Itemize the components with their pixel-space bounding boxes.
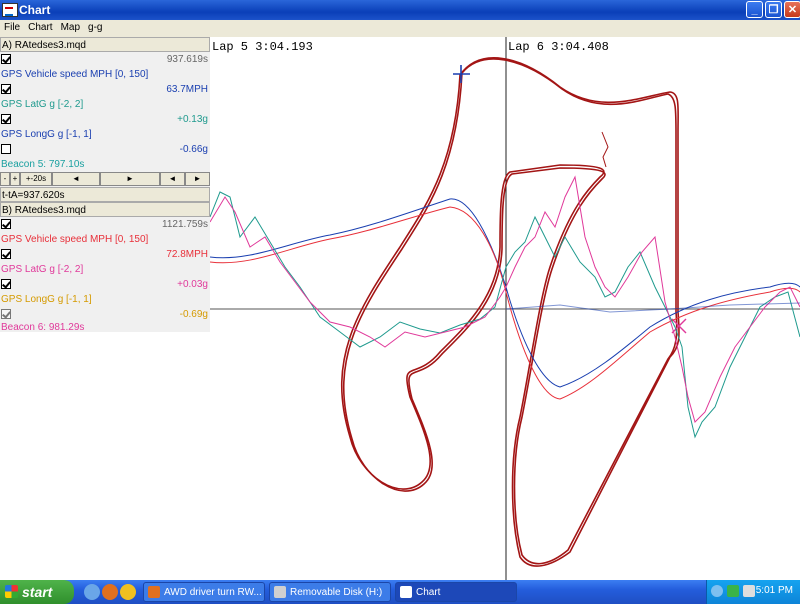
file-b-header[interactable]: B) RAtedses3.mqd (0, 202, 210, 217)
speed-b-trace (210, 206, 800, 400)
latg-a-value-row: +0.13g (0, 112, 210, 127)
title-bar: Chart _ ❐ ✕ (0, 0, 800, 20)
channel-panel: A) RAtedses3.mqd 937.619s GPS Vehicle sp… (0, 37, 210, 333)
system-tray: 5:01 PM (706, 580, 800, 604)
zoom-out-button[interactable]: - (0, 172, 10, 186)
start-label: start (22, 584, 53, 600)
maximize-button[interactable]: ❐ (765, 1, 782, 18)
window-title: Chart (19, 3, 51, 17)
menu-bar: File Chart Map g-g (0, 20, 800, 37)
step-forward-b-icon[interactable]: ► (185, 172, 210, 186)
speed-a-value-row: 63.7MPH (0, 82, 210, 97)
longg-a-value: -0.66g (179, 144, 208, 155)
longg-b-value-row: -0.69g (0, 307, 210, 322)
longg-a-label: GPS LongG g [-1, 1] (1, 129, 92, 140)
chart-task-icon (400, 586, 412, 598)
latg-a-trace (210, 191, 800, 439)
latg-a-label: GPS LatG g [-2, 2] (1, 99, 84, 110)
latg-b-value: +0.03g (177, 279, 208, 290)
speed-b-value-row: 72.8MPH (0, 247, 210, 262)
menu-chart[interactable]: Chart (24, 20, 56, 33)
chart-canvas (210, 37, 800, 580)
latg-a-label-row: GPS LatG g [-2, 2] (0, 97, 210, 112)
beacon-a-row: Beacon 5: 797.10s (0, 157, 210, 172)
longg-b-label: GPS LongG g [-1, 1] (1, 294, 92, 305)
longg-a-trace (505, 302, 800, 313)
beacon-b-row: Beacon 6: 981.29s (0, 322, 210, 333)
channel-b-checkbox[interactable] (1, 219, 11, 229)
volume-icon[interactable] (743, 585, 755, 597)
longg-a-value-row: -0.66g (0, 142, 210, 157)
speed-b-label: GPS Vehicle speed MPH [0, 150] (1, 234, 149, 245)
file-a-name: A) RAtedses3.mqd (2, 40, 86, 51)
speed-a-label: GPS Vehicle speed MPH [0, 150] (1, 69, 149, 80)
clock[interactable]: 5:01 PM (756, 585, 793, 596)
network-icon[interactable] (727, 585, 739, 597)
latg-b-checkbox[interactable] (1, 279, 11, 289)
menu-map[interactable]: Map (57, 20, 84, 33)
longg-a-checkbox[interactable] (1, 144, 11, 154)
show-desktop-icon[interactable] (84, 584, 100, 600)
firefox-task-icon (148, 586, 160, 598)
chart-app-icon (2, 3, 18, 17)
speed-a-label-row: GPS Vehicle speed MPH [0, 150] (0, 67, 210, 82)
file-a-header[interactable]: A) RAtedses3.mqd (0, 37, 210, 52)
latg-b-label: GPS LatG g [-2, 2] (1, 264, 84, 275)
speed-a-trace (210, 198, 800, 388)
step-forward-right-icon[interactable]: ► (100, 172, 160, 186)
close-button[interactable]: ✕ (784, 1, 800, 18)
file-b-name: B) RAtedses3.mqd (2, 205, 86, 216)
channel-a-checkbox[interactable] (1, 54, 11, 64)
time-a-row: 937.619s (0, 52, 210, 67)
track-map (340, 57, 680, 567)
chart-area[interactable]: Lap 5 3:04.193 Lap 6 3:04.408 (210, 37, 800, 580)
step-back-left-icon[interactable]: ◄ (52, 172, 100, 186)
longg-b-label-row: GPS LongG g [-1, 1] (0, 292, 210, 307)
menu-file[interactable]: File (0, 20, 24, 33)
browser-icon[interactable] (120, 584, 136, 600)
time-nav-bar: - + +-20s ◄ ► ◄ ► (0, 172, 210, 187)
windows-flag-icon (5, 585, 18, 598)
speed-a-checkbox[interactable] (1, 84, 11, 94)
zoom-in-button[interactable]: + (10, 172, 20, 186)
task-label: AWD driver turn RW... (164, 587, 262, 598)
task-awd-driver[interactable]: AWD driver turn RW... (143, 582, 265, 602)
disk-task-icon (274, 586, 286, 598)
beacon-a-label: Beacon 5: 797.10s (1, 159, 85, 170)
time-b-row: 1121.759s (0, 217, 210, 232)
delta-time-bar[interactable]: t-tA=937.620s (0, 187, 210, 202)
longg-a-label-row: GPS LongG g [-1, 1] (0, 127, 210, 142)
speed-b-label-row: GPS Vehicle speed MPH [0, 150] (0, 232, 210, 247)
task-label: Removable Disk (H:) (290, 587, 383, 598)
tray-arrow-icon[interactable] (711, 585, 723, 597)
time-b-value: 1121.759s (162, 219, 208, 230)
delta-time-label: t-tA=937.620s (2, 190, 65, 201)
longg-b-value: -0.69g (179, 309, 208, 320)
latg-b-label-row: GPS LatG g [-2, 2] (0, 262, 210, 277)
minimize-button[interactable]: _ (746, 1, 763, 18)
step-back-b-icon[interactable]: ◄ (160, 172, 185, 186)
task-label: Chart (416, 587, 441, 598)
taskbar: start AWD driver turn RW... Removable Di… (0, 580, 800, 604)
speed-b-value: 72.8MPH (166, 249, 208, 260)
beacon-b-label: Beacon 6: 981.29s (1, 322, 85, 333)
longg-b-checkbox[interactable] (1, 309, 11, 319)
speed-b-checkbox[interactable] (1, 249, 11, 259)
speed-a-value: 63.7MPH (166, 84, 208, 95)
latg-a-value: +0.13g (177, 114, 208, 125)
start-button[interactable]: start (0, 580, 74, 604)
step-20s-button[interactable]: +-20s (20, 172, 52, 186)
firefox-icon[interactable] (102, 584, 118, 600)
latg-a-checkbox[interactable] (1, 114, 11, 124)
task-removable-disk[interactable]: Removable Disk (H:) (269, 582, 391, 602)
latg-b-value-row: +0.03g (0, 277, 210, 292)
task-chart[interactable]: Chart (395, 582, 517, 602)
menu-gg[interactable]: g-g (84, 20, 106, 33)
time-a-value: 937.619s (166, 54, 208, 65)
